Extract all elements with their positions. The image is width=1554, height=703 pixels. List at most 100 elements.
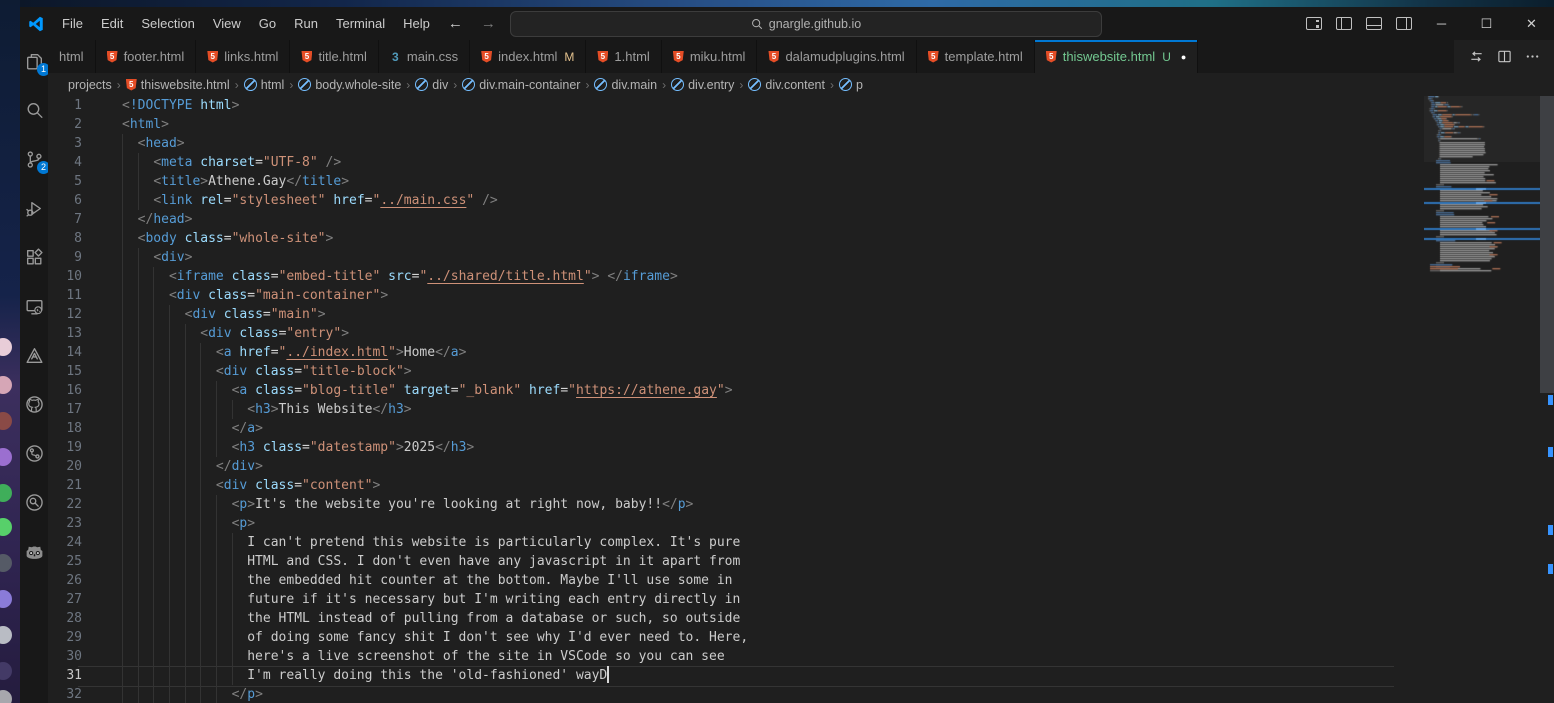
indent-guide	[153, 400, 154, 419]
activity-item-remote-explorer[interactable]	[23, 295, 45, 317]
breadcrumb-item-div.main[interactable]: div.main	[594, 78, 657, 92]
breadcrumb-item-file[interactable]: 5thiswebsite.html	[126, 78, 230, 92]
command-center-search[interactable]: gnargle.github.io	[510, 11, 1102, 37]
code-line[interactable]: the embedded hit counter at the bottom. …	[122, 571, 1424, 590]
more-actions-button[interactable]	[1520, 45, 1544, 69]
toggle-sidebar-left-button[interactable]	[1329, 7, 1359, 40]
tab-index.html[interactable]: 5index.htmlM	[470, 40, 586, 73]
code-line[interactable]: I can't pretend this website is particul…	[122, 533, 1424, 552]
menu-go[interactable]: Go	[250, 7, 285, 40]
indent-guide	[216, 666, 217, 685]
breadcrumb-item-div.main-container[interactable]: div.main-container	[462, 78, 580, 92]
open-changes-button[interactable]	[1464, 45, 1488, 69]
activity-item-source-control[interactable]: 2	[23, 148, 45, 170]
code-line[interactable]: the HTML instead of pulling from a datab…	[122, 609, 1424, 628]
code-line[interactable]: <head>	[122, 134, 1424, 153]
tab-html[interactable]: html	[48, 40, 96, 73]
tab-dalamudplugins.html[interactable]: 5dalamudplugins.html	[757, 40, 916, 73]
code-line[interactable]: </div>	[122, 457, 1424, 476]
line-number: 1	[48, 96, 96, 115]
code-line[interactable]: </p>	[122, 685, 1424, 703]
menu-view[interactable]: View	[204, 7, 250, 40]
tab-template.html[interactable]: 5template.html	[917, 40, 1035, 73]
code-line[interactable]: <a href="../index.html">Home</a>	[122, 343, 1424, 362]
code-line[interactable]: <p>	[122, 514, 1424, 533]
code-line[interactable]: <body class="whole-site">	[122, 229, 1424, 248]
code-line[interactable]: of doing some fancy shit I don't see why…	[122, 628, 1424, 647]
tab-main.css[interactable]: 3main.css	[379, 40, 470, 73]
activity-item-explorer[interactable]: 1	[23, 50, 45, 72]
vertical-scrollbar[interactable]	[1540, 96, 1554, 703]
activity-item-run-and-debug[interactable]	[23, 197, 45, 219]
breadcrumb-item-html[interactable]: html	[244, 78, 285, 92]
activity-item-extensions[interactable]	[23, 246, 45, 268]
menu-help[interactable]: Help	[394, 7, 439, 40]
code-editor[interactable]: 1234567891011121314151617181920212223242…	[48, 96, 1554, 703]
maximize-button[interactable]: ☐	[1464, 7, 1509, 40]
nav-back-arrow[interactable]: ←	[439, 15, 472, 32]
tab-title.html[interactable]: 5title.html	[290, 40, 378, 73]
scrollbar-thumb[interactable]	[1540, 96, 1554, 393]
customize-layout-button[interactable]	[1299, 7, 1329, 40]
code-line[interactable]: </a>	[122, 419, 1424, 438]
breadcrumb-item-p[interactable]: p	[839, 78, 863, 92]
code-line[interactable]: <div class="entry">	[122, 324, 1424, 343]
code-line[interactable]: <iframe class="embed-title" src="../shar…	[122, 267, 1424, 286]
toggle-panel-button[interactable]	[1359, 7, 1389, 40]
code-line[interactable]: <link rel="stylesheet" href="../main.css…	[122, 191, 1424, 210]
desktop-icon	[0, 690, 12, 703]
breadcrumb-item-div[interactable]: div	[415, 78, 448, 92]
code-line[interactable]: future if it's necessary but I'm writing…	[122, 590, 1424, 609]
nav-forward-arrow[interactable]: →	[472, 15, 505, 32]
toggle-sidebar-right-button[interactable]	[1389, 7, 1419, 40]
breadcrumb-item-div.entry[interactable]: div.entry	[671, 78, 734, 92]
indent-guide	[232, 666, 233, 685]
code-line[interactable]: I'm really doing this the 'old-fashioned…	[122, 666, 1424, 685]
breadcrumb-item-body.whole-site[interactable]: body.whole-site	[298, 78, 401, 92]
code-line[interactable]: <div>	[122, 248, 1424, 267]
code-line[interactable]: <h3 class="datestamp">2025</h3>	[122, 438, 1424, 457]
menu-edit[interactable]: Edit	[92, 7, 132, 40]
minimap[interactable]	[1424, 96, 1540, 703]
code-line[interactable]: <div class="main">	[122, 305, 1424, 324]
tab-links.html[interactable]: 5links.html	[196, 40, 290, 73]
menu-run[interactable]: Run	[285, 7, 327, 40]
tab-miku.html[interactable]: 5miku.html	[662, 40, 758, 73]
code-line[interactable]: <div class="main-container">	[122, 286, 1424, 305]
tab-1.html[interactable]: 51.html	[586, 40, 661, 73]
indent-guide	[169, 343, 170, 362]
activity-item-godot-tools[interactable]	[23, 540, 45, 562]
activity-item-search[interactable]	[23, 99, 45, 121]
code-line[interactable]: <div class="title-block">	[122, 362, 1424, 381]
code-line[interactable]: <p>It's the website you're looking at ri…	[122, 495, 1424, 514]
code-line[interactable]: <h3>This Website</h3>	[122, 400, 1424, 419]
menu-selection[interactable]: Selection	[132, 7, 203, 40]
indent-guide	[122, 419, 123, 438]
split-editor-button[interactable]	[1492, 45, 1516, 69]
indent-guide	[122, 324, 123, 343]
code-line[interactable]: here's a live screenshot of the site in …	[122, 647, 1424, 666]
code-line[interactable]: <html>	[122, 115, 1424, 134]
tab-thiswebsite.html[interactable]: 5thiswebsite.htmlU●	[1035, 40, 1199, 73]
close-button[interactable]: ✕	[1509, 7, 1554, 40]
breadcrumb-item-div.content[interactable]: div.content	[748, 78, 825, 92]
activity-item-code-search[interactable]	[23, 491, 45, 513]
breadcrumb-item-root[interactable]: projects	[68, 78, 112, 92]
code-line[interactable]: HTML and CSS. I don't even have any java…	[122, 552, 1424, 571]
code-line[interactable]: </head>	[122, 210, 1424, 229]
indent-guide	[138, 514, 139, 533]
code-line[interactable]: <title>Athene.Gay</title>	[122, 172, 1424, 191]
code-line[interactable]: <a class="blog-title" target="_blank" hr…	[122, 381, 1424, 400]
code-line[interactable]: <div class="content">	[122, 476, 1424, 495]
activity-item-triangle-a-extension[interactable]	[23, 344, 45, 366]
code-line[interactable]: <!DOCTYPE html>	[122, 96, 1424, 115]
activity-item-git-graph[interactable]	[23, 442, 45, 464]
breadcrumb-separator-icon: ›	[404, 78, 412, 92]
code-line[interactable]: <meta charset="UTF-8" />	[122, 153, 1424, 172]
tab-footer.html[interactable]: 5footer.html	[96, 40, 197, 73]
menu-file[interactable]: File	[53, 7, 92, 40]
minimize-button[interactable]: ─	[1419, 7, 1464, 40]
activity-item-github[interactable]	[23, 393, 45, 415]
indent-guide	[169, 571, 170, 590]
menu-terminal[interactable]: Terminal	[327, 7, 394, 40]
